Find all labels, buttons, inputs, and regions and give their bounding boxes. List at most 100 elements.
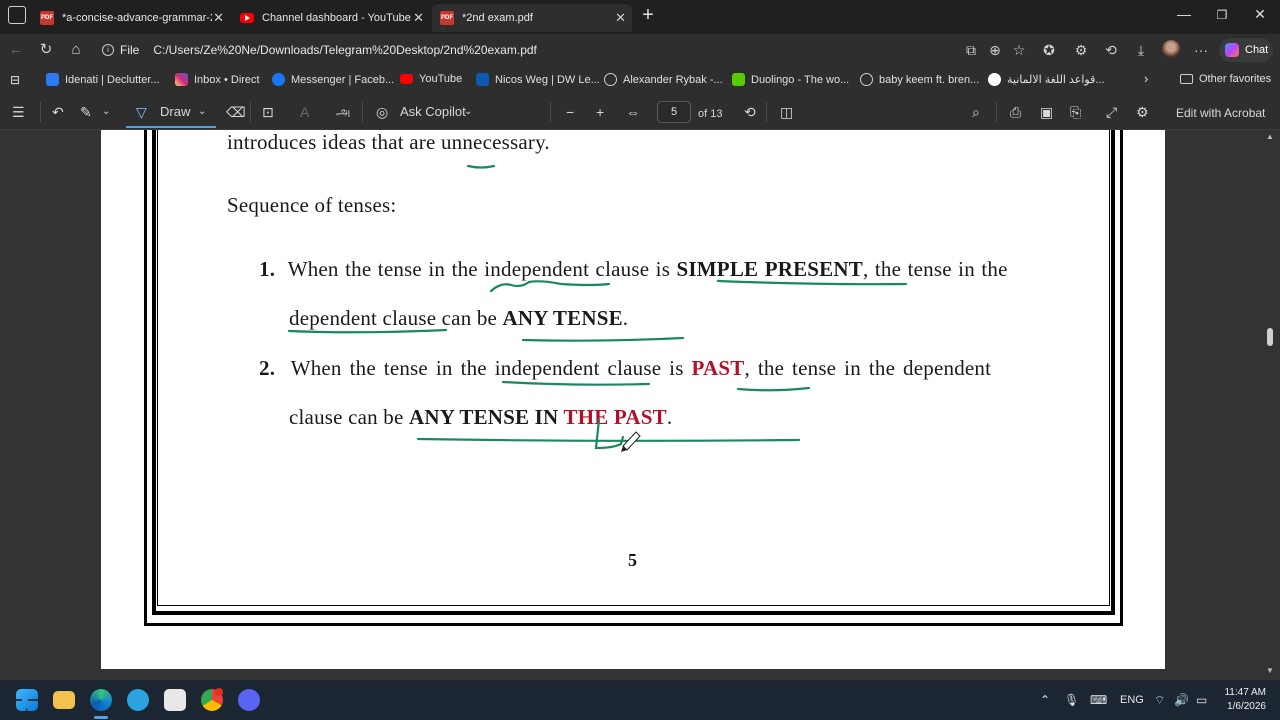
emphasis-text: SIMPLE PRESENT [676,257,863,281]
eraser-icon[interactable]: ⌫ [226,104,246,120]
page-number: 5 [628,550,637,570]
language-indicator[interactable]: ENG [1120,692,1144,708]
favorite-label: قواعد اللغة الالمانية... [1007,74,1105,86]
microphone-icon[interactable]: 🎙 [1064,692,1079,708]
zoom-in-icon[interactable]: + [596,104,604,120]
favorite-label: baby keem ft. bren... [879,73,980,86]
close-icon[interactable]: ✕ [615,10,626,26]
snipping-tool-icon[interactable] [164,689,186,711]
favorite-item[interactable]: Nicos Weg | DW Le... [476,73,600,86]
undo-icon[interactable]: ↶ [52,104,64,120]
folder-icon [1180,74,1193,84]
page-view-icon[interactable]: ◫ [780,104,793,120]
rotate-icon[interactable]: ⟲ [744,104,756,120]
wifi-icon[interactable]: ⌔ [1154,692,1165,708]
favorite-item[interactable]: Duolingo - The wo... [732,73,849,86]
history-icon[interactable]: ⟲ [1100,42,1122,58]
emphasis-text: ANY TENSE [502,306,623,330]
zoom-icon[interactable]: ⊕ [984,42,1006,58]
favorite-item[interactable]: Alexander Rybak -... [604,73,723,86]
text-box-icon[interactable]: ⊡ [262,104,274,120]
scrollbar-thumb[interactable] [1267,328,1273,346]
chevron-up-icon[interactable]: ⌃ [1040,692,1050,708]
scroll-down-icon[interactable]: ▼ [1266,666,1274,675]
favorite-item[interactable]: Idenati | Declutter... [46,73,160,86]
favorite-item[interactable]: قواعد اللغة الالمانية... [988,73,1105,86]
close-icon[interactable]: ✕ [413,10,424,26]
chevron-down-icon[interactable]: ⌄ [464,104,472,120]
list-number: 1. [259,257,276,281]
other-favorites[interactable]: Other favorites [1180,73,1271,85]
text-format-icon: A [300,104,310,120]
fullscreen-icon[interactable]: ⤢ [1106,104,1117,120]
new-tab-button[interactable]: + [636,4,660,27]
favorite-item[interactable]: Messenger | Faceb... [272,73,394,86]
tab-grammar-pdf[interactable]: PDF *a-concise-advance-grammar-2nd ✕ [32,4,230,32]
text-run: When the tense in the independent clause… [290,356,692,380]
fit-page-icon[interactable]: ⇔ [626,104,640,120]
chevron-down-icon[interactable]: ⌄ [102,104,110,120]
discord-icon[interactable] [238,689,260,711]
highlight-icon[interactable]: ✎ [80,104,92,120]
tab-2nd-exam-pdf[interactable]: PDF *2nd exam.pdf ✕ [432,4,632,32]
site-icon [988,73,1001,86]
home-button[interactable]: ⌂ [66,41,86,59]
back-button[interactable]: ← [6,41,26,59]
minimize-button[interactable]: — [1172,6,1196,22]
save-icon[interactable]: ▣ [1040,104,1053,120]
file-explorer-icon[interactable] [53,691,75,709]
page-number-input[interactable]: 5 [657,101,691,123]
toolbar-separator [250,102,251,122]
close-icon[interactable]: ✕ [213,10,224,26]
workspaces-icon[interactable] [8,6,26,24]
vertical-scrollbar[interactable]: ▲ ▼ [1266,130,1276,680]
favorite-item[interactable]: YouTube [400,73,462,85]
text-line: introduces ideas that are unnecessary. [227,130,550,154]
clock[interactable]: 11:47 AM 1/6/2026 [1216,686,1266,714]
pdf-viewer[interactable]: introduces ideas that are unnecessary. S… [0,130,1280,680]
chat-button[interactable]: Chat [1219,38,1273,62]
maximize-button[interactable]: ❐ [1210,8,1234,22]
edit-with-acrobat-button[interactable]: Edit with Acrobat [1176,105,1265,121]
keyboard-icon[interactable]: ⌨ [1090,692,1107,708]
telegram-icon[interactable] [127,689,149,711]
chevron-right-icon[interactable]: › [1144,71,1148,86]
ask-copilot-button[interactable]: Ask Copilot [400,104,466,120]
downloads-icon[interactable]: ⤓ [1130,42,1152,58]
extensions-icon[interactable]: ✪ [1038,42,1060,58]
save-as-icon[interactable]: ⎘ [1070,104,1081,120]
collections-icon[interactable]: ⚙ [1070,42,1092,58]
pdf-page: introduces ideas that are unnecessary. S… [101,130,1165,669]
search-icon[interactable]: ⌕ [972,104,980,120]
start-icon[interactable] [16,689,38,711]
copilot-icon[interactable]: ◎ [376,104,388,120]
settings-gear-icon[interactable]: ⚙ [1136,104,1149,120]
text-run: When the tense in the independent clause… [287,257,677,281]
read-aloud-icon[interactable]: அ [336,104,350,120]
favorite-item[interactable]: baby keem ft. bren... [860,73,979,86]
globe-icon [860,73,873,86]
scroll-up-icon[interactable]: ▲ [1266,132,1274,141]
contents-icon[interactable]: ☰ [12,104,25,120]
draw-tool-selected [126,96,216,128]
address-field[interactable]: i File C:/Users/Ze%20Ne/Downloads/Telegr… [94,38,1034,62]
close-window-button[interactable]: ✕ [1248,6,1272,23]
section-heading: Sequence of tenses: [227,193,397,217]
info-icon[interactable]: i [102,44,114,56]
more-options-icon[interactable]: ··· [1190,42,1212,58]
time-text: 11:47 AM [1224,687,1266,698]
volume-icon[interactable]: 🔊 [1174,692,1189,708]
edge-icon[interactable] [90,689,112,711]
copilot-icon [1225,43,1239,57]
refresh-button[interactable]: ↻ [36,41,56,59]
zoom-out-icon[interactable]: − [566,104,574,120]
read-aloud-icon[interactable]: ⧉ [960,42,982,58]
emphasis-text: ANY TENSE IN [408,405,564,429]
favorite-item[interactable]: Inbox • Direct [175,73,260,86]
profile-avatar[interactable] [1162,40,1180,58]
battery-icon[interactable]: ▭ [1196,692,1207,708]
print-icon[interactable]: ⎙ [1010,104,1021,120]
favorite-star-icon[interactable]: ☆ [1008,42,1030,58]
tab-youtube-studio[interactable]: Channel dashboard - YouTube Stu ✕ [232,4,430,32]
favorites-manage-icon[interactable]: ⊟ [10,73,20,87]
